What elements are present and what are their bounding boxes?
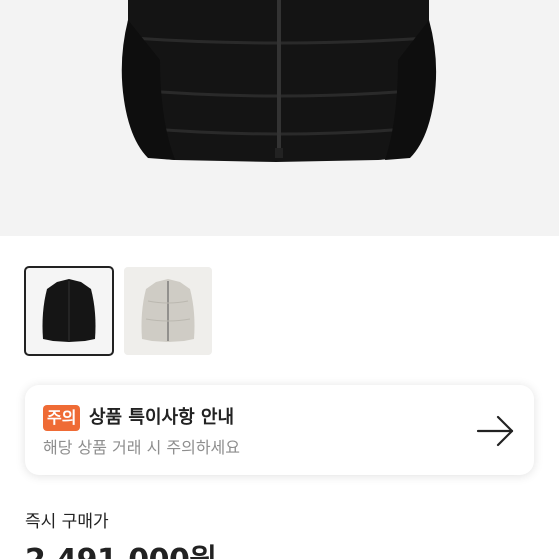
product-main-image[interactable] [0, 0, 559, 236]
jacket-black-thumb [25, 267, 113, 355]
caution-badge: 주의 [43, 405, 81, 431]
notice-title: 상품 특이사항 안내 [89, 407, 235, 428]
instant-buy-price-value: 2,491,000원 [25, 535, 217, 559]
puffer-jacket-image [121, 0, 437, 162]
arrow-right-icon[interactable] [476, 413, 516, 449]
thumbnail-beige-jacket[interactable] [124, 267, 212, 355]
thumbnail-black-jacket[interactable] [24, 266, 114, 356]
product-notice-card[interactable]: 주의 상품 특이사항 안내 해당 상품 거래 시 주의하세요 [25, 385, 534, 475]
instant-buy-price-label: 즉시 구매가 [25, 512, 109, 532]
notice-subtitle: 해당 상품 거래 시 주의하세요 [43, 438, 240, 457]
jacket-beige-thumb [124, 267, 212, 355]
